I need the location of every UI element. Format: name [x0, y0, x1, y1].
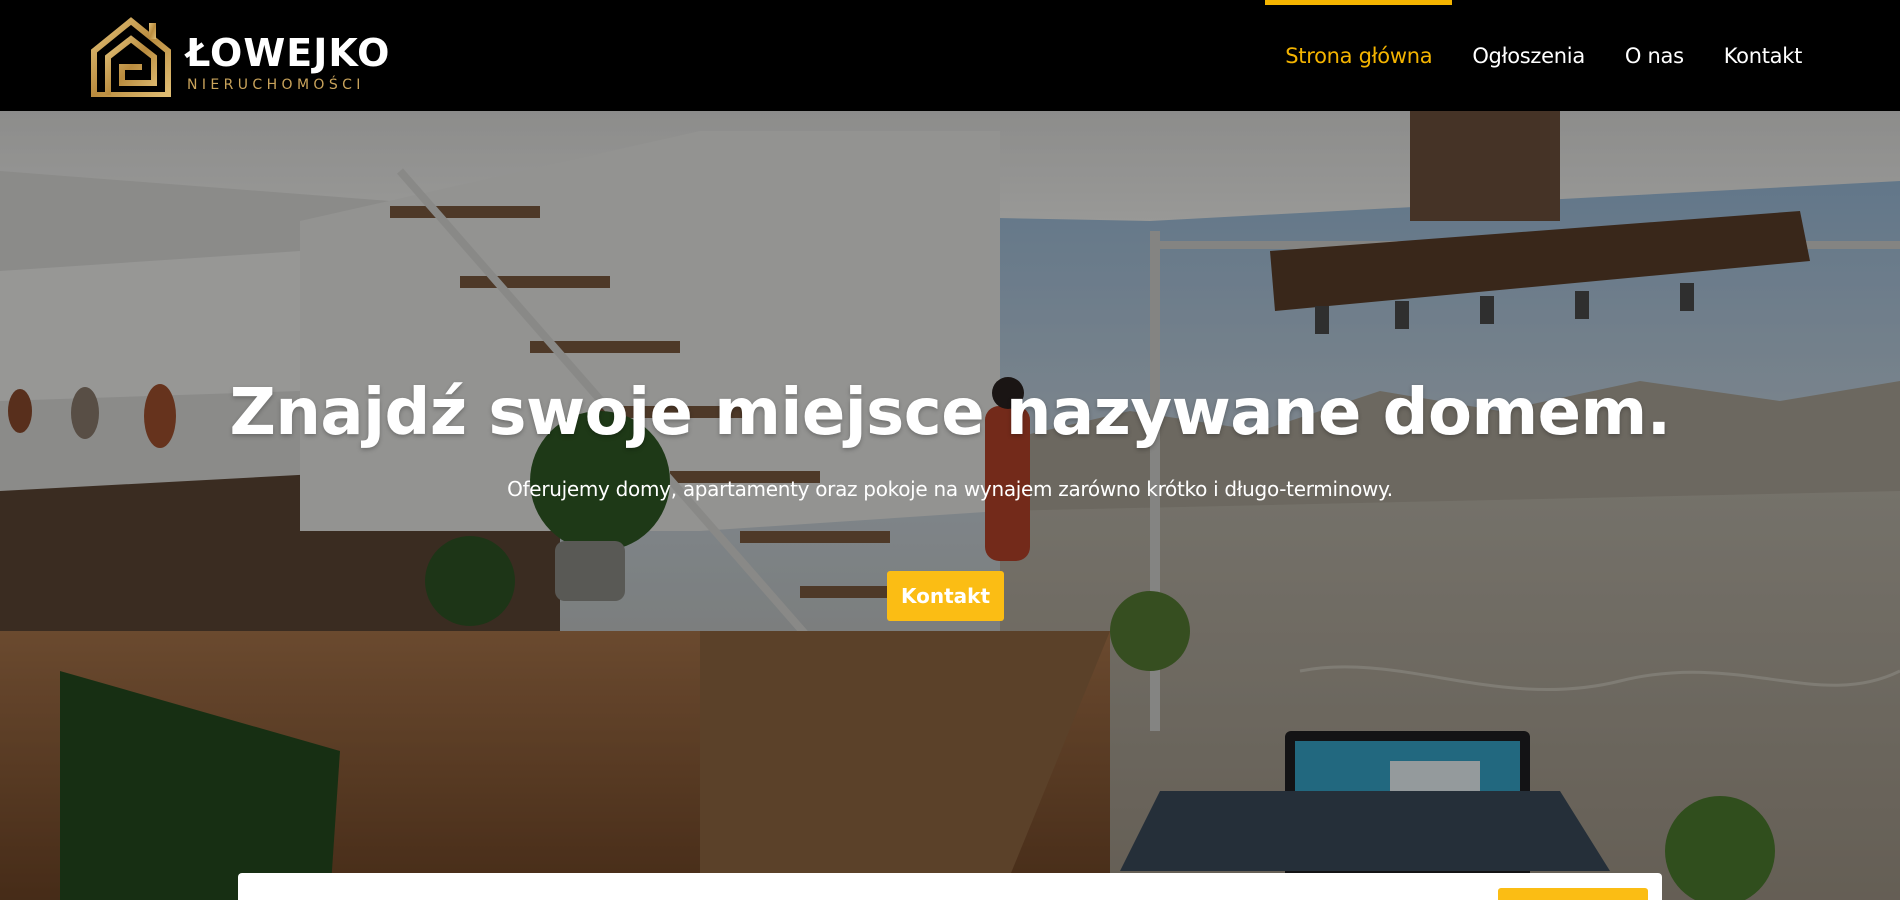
search-button[interactable] — [1498, 888, 1648, 900]
hero-dark-overlay — [0, 111, 1900, 900]
brand-name: ŁOWEJKO — [186, 31, 391, 75]
site-header: ŁOWEJKO NIERUCHOMOŚCI Strona główna Ogło… — [0, 0, 1900, 111]
nav-item-listings[interactable]: Ogłoszenia — [1452, 0, 1605, 111]
main-nav: Strona główna Ogłoszenia O nas Kontakt — [1265, 0, 1822, 111]
hero-subtitle: Oferujemy domy, apartamenty oraz pokoje … — [507, 477, 1393, 501]
contact-button[interactable]: Kontakt — [887, 571, 1004, 621]
brand-subtitle: NIERUCHOMOŚCI — [187, 77, 365, 93]
hero-section: Znajdź swoje miejsce nazywane domem. Ofe… — [0, 111, 1900, 900]
logo[interactable]: ŁOWEJKO NIERUCHOMOŚCI — [88, 17, 428, 97]
search-panel — [238, 873, 1662, 900]
nav-item-home[interactable]: Strona główna — [1265, 0, 1453, 111]
nav-item-about[interactable]: O nas — [1605, 0, 1704, 111]
nav-item-contact[interactable]: Kontakt — [1704, 0, 1822, 111]
house-logo-icon — [91, 17, 171, 97]
hero-title: Znajdź swoje miejsce nazywane domem. — [229, 376, 1671, 450]
